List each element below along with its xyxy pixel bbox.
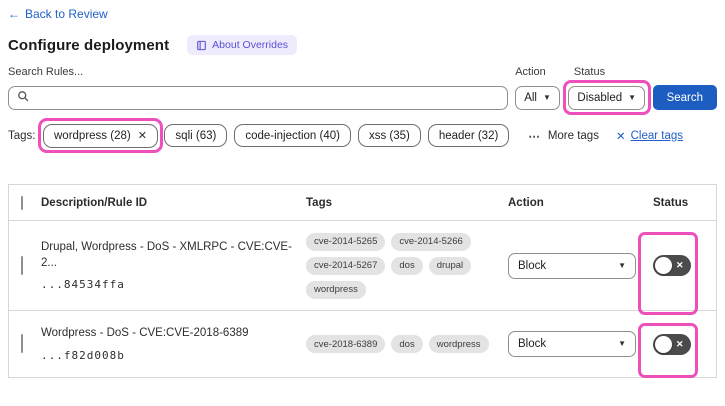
column-header-action: Action: [508, 196, 544, 209]
tag-chip-label: header (32): [438, 129, 499, 142]
row-checkbox[interactable]: [21, 334, 23, 353]
page-title: Configure deployment: [8, 36, 170, 54]
rule-tags-cell: cve-2014-5265 cve-2014-5266 cve-2014-526…: [306, 232, 504, 299]
tag-chip-label: sqli (63): [175, 129, 217, 142]
action-filter-dropdown[interactable]: All ▼: [515, 86, 560, 110]
search-icon: [17, 89, 29, 107]
action-filter-label: Action: [515, 66, 546, 78]
rule-description-cell: Drupal, Wordpress - DoS - XMLRPC - CVE:C…: [41, 240, 306, 291]
rule-tag: dos: [391, 335, 423, 353]
rule-action-cell: Block ▼: [504, 331, 644, 357]
status-filter-highlight-box: Disabled ▼: [562, 80, 651, 115]
rule-tag: wordpress: [428, 335, 489, 353]
search-block: Search Rules...: [8, 66, 509, 110]
table-header-row: Description/Rule ID Tags Action Status: [9, 185, 716, 221]
search-rules-input-wrap[interactable]: [8, 86, 509, 110]
search-rules-label: Search Rules...: [8, 66, 84, 78]
toggle-x-icon: ✕: [676, 260, 684, 270]
tags-bar: Tags: wordpress (28) ✕ sqli (63) code-in…: [8, 118, 717, 153]
back-link-label: Back to Review: [25, 7, 108, 21]
action-select-value: Block: [518, 259, 547, 272]
rule-status-cell: ✕: [644, 333, 716, 355]
rule-tags-cell: cve-2018-6389 dos wordpress: [306, 335, 504, 353]
configure-deployment-page: ← Back to Review Configure deployment Ab…: [0, 0, 725, 378]
rule-description: Drupal, Wordpress - DoS - XMLRPC - CVE:C…: [41, 240, 292, 269]
row-checkbox[interactable]: [21, 255, 23, 275]
column-header-description: Description/Rule ID: [41, 196, 148, 209]
action-filter-value: All: [524, 92, 537, 104]
chevron-down-icon: ▼: [542, 93, 551, 102]
rule-id: ...f82d008b: [41, 348, 125, 362]
rule-description-cell: Wordpress - DoS - CVE:CVE-2018-6389 ...f…: [41, 326, 306, 362]
action-select[interactable]: Block ▼: [508, 331, 636, 357]
action-filter-block: Action All ▼: [515, 66, 560, 110]
rule-tag: drupal: [428, 256, 472, 275]
status-toggle-off[interactable]: ✕: [653, 333, 691, 355]
remove-tag-icon[interactable]: ✕: [138, 129, 147, 142]
rule-description: Wordpress - DoS - CVE:CVE-2018-6389: [41, 327, 249, 340]
book-icon: [196, 40, 207, 51]
status-toggle-off[interactable]: ✕: [653, 255, 691, 276]
column-header-status: Status: [653, 196, 689, 209]
chevron-down-icon: ▼: [618, 260, 626, 270]
chevron-down-icon: ▼: [628, 92, 637, 102]
action-select-value: Block: [518, 338, 547, 350]
tag-chip-code-injection[interactable]: code-injection (40): [234, 124, 351, 147]
tags-label: Tags:: [8, 129, 36, 142]
back-to-review-link[interactable]: ← Back to Review: [8, 7, 108, 21]
select-all-checkbox[interactable]: [21, 195, 23, 210]
tag-chip-wordpress[interactable]: wordpress (28) ✕: [43, 123, 158, 148]
toggle-x-icon: ✕: [676, 338, 684, 349]
status-filter-label: Status: [573, 66, 606, 78]
rule-tag: cve-2014-5266: [391, 232, 471, 251]
tag-chip-header[interactable]: header (32): [427, 124, 510, 147]
filter-row: Search Rules... Action All ▼ Status Disa…: [8, 66, 717, 115]
toggle-knob: [655, 335, 672, 353]
clear-tags-button[interactable]: ✕ Clear tags: [616, 129, 683, 143]
more-tags-button[interactable]: ⋯ More tags: [528, 129, 599, 143]
more-tags-label: More tags: [547, 129, 599, 142]
column-header-tags: Tags: [306, 196, 332, 209]
wordpress-tag-highlight-box: wordpress (28) ✕: [37, 118, 164, 153]
search-rules-input[interactable]: [35, 91, 500, 105]
rule-id: ...84534ffa: [41, 278, 125, 292]
chevron-down-icon: ▼: [618, 339, 626, 348]
search-button[interactable]: Search: [652, 85, 717, 110]
rule-action-cell: Block ▼: [504, 252, 644, 279]
status-filter-block: Status Disabled ▼: [562, 66, 651, 115]
back-arrow-icon: ←: [8, 7, 20, 21]
tag-chip-label: xss (35): [368, 129, 410, 142]
rule-tag: dos: [391, 256, 423, 275]
tag-chip-label: wordpress (28): [54, 129, 131, 142]
rule-tag: cve-2014-5265: [306, 232, 386, 251]
ellipsis-icon: ⋯: [528, 130, 541, 143]
rule-tag: wordpress: [306, 280, 366, 299]
action-select[interactable]: Block ▼: [508, 252, 636, 279]
about-overrides-label: About Overrides: [212, 39, 289, 51]
rule-status-cell: ✕: [644, 255, 716, 276]
table-row: Drupal, Wordpress - DoS - XMLRPC - CVE:C…: [9, 221, 716, 311]
status-filter-value: Disabled: [577, 91, 623, 104]
table-row: Wordpress - DoS - CVE:CVE-2018-6389 ...f…: [9, 311, 716, 377]
title-row: Configure deployment About Overrides: [8, 35, 717, 55]
clear-tags-label: Clear tags: [630, 129, 684, 142]
rule-tag: cve-2014-5267: [306, 256, 386, 275]
rules-table: Description/Rule ID Tags Action Status D…: [8, 184, 717, 378]
tag-chip-sqli[interactable]: sqli (63): [164, 124, 228, 147]
about-overrides-badge[interactable]: About Overrides: [187, 35, 298, 55]
tag-chip-label: code-injection (40): [245, 129, 340, 142]
status-filter-dropdown[interactable]: Disabled ▼: [568, 85, 646, 110]
rule-tag: cve-2018-6389: [306, 335, 386, 353]
toggle-knob: [655, 257, 672, 274]
close-icon: ✕: [615, 130, 626, 143]
tag-chip-xss[interactable]: xss (35): [357, 124, 421, 147]
